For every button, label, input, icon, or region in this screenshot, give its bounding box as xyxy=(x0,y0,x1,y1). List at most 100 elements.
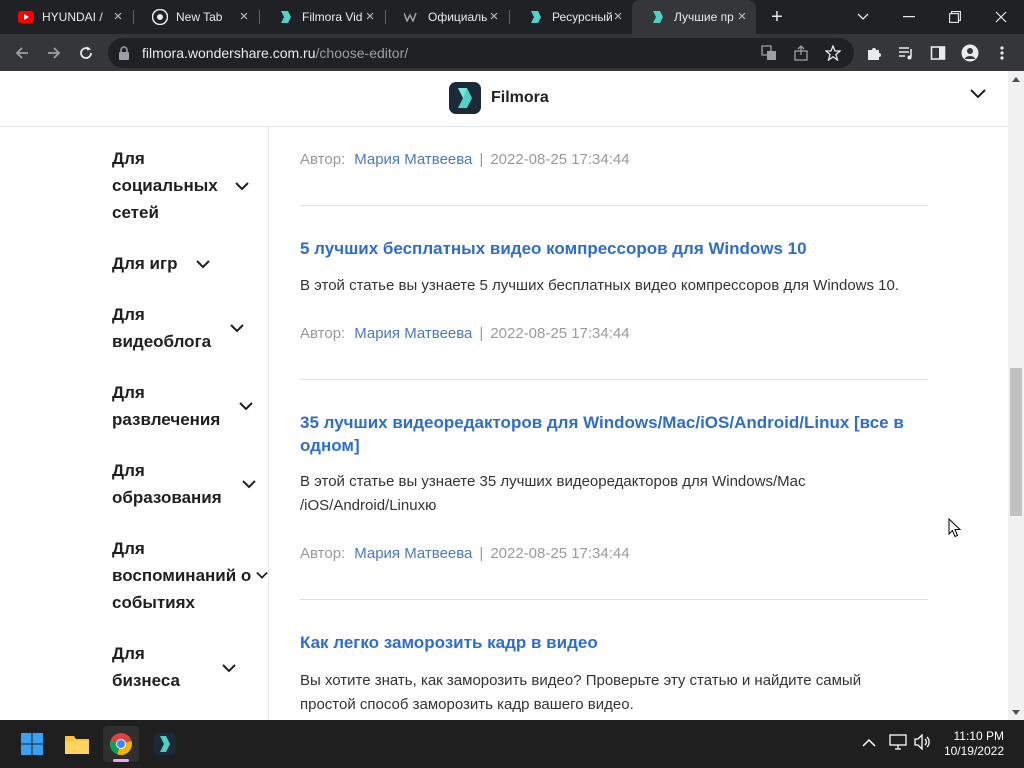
close-icon[interactable]: × xyxy=(486,9,502,25)
chevron-down-icon[interactable] xyxy=(256,571,268,580)
tab-official[interactable]: Официаль × xyxy=(386,0,508,34)
close-icon[interactable]: × xyxy=(362,9,378,25)
volume-button[interactable] xyxy=(914,733,932,753)
chrome-icon xyxy=(152,9,168,25)
active-indicator xyxy=(113,759,129,762)
chevron-down-icon[interactable] xyxy=(239,402,253,411)
divider xyxy=(300,599,928,600)
clock-time: 11:10 PM xyxy=(953,729,1004,743)
system-clock[interactable]: 11:10 PM 10/19/2022 xyxy=(944,729,1004,759)
filmora-icon xyxy=(528,9,544,25)
divider xyxy=(300,205,928,206)
article-meta: Автор: Мария Матвеева | 2022-08-25 17:34:44 xyxy=(300,545,630,562)
filmora-logo[interactable] xyxy=(449,82,481,114)
sidebar-item-games[interactable]: Для игр xyxy=(112,250,202,277)
side-panel-button[interactable] xyxy=(924,39,952,67)
meta-separator: | xyxy=(479,151,484,168)
article-description: Вы хотите знать, как заморозить видео? П… xyxy=(300,672,862,713)
window-close-button[interactable] xyxy=(978,0,1024,34)
media-playlist-icon xyxy=(899,47,912,60)
lock-icon xyxy=(119,46,129,60)
menu-button[interactable] xyxy=(988,39,1016,67)
chevron-down-icon[interactable] xyxy=(970,89,986,99)
page-scrollbar[interactable] xyxy=(1008,71,1024,720)
network-button[interactable] xyxy=(889,734,907,753)
sidebar-item-social[interactable]: Для социальных сетей xyxy=(112,145,222,226)
new-tab-button[interactable]: + xyxy=(766,6,788,28)
close-icon[interactable]: × xyxy=(734,9,750,25)
article-title-link[interactable]: Как легко заморозить кадр в видео xyxy=(300,631,930,654)
filmora-taskbar-button[interactable] xyxy=(147,726,183,762)
close-icon xyxy=(995,11,1007,23)
article-meta: Автор: Мария Матвеева | 2022-08-25 17:34:44 xyxy=(300,325,630,342)
profile-button[interactable] xyxy=(956,39,984,67)
url-path: /choose-editor/ xyxy=(315,45,409,61)
arrow-right-icon xyxy=(48,47,61,59)
article-title-link[interactable]: 35 лучших видеоредакторов для Windows/Ma… xyxy=(300,411,930,457)
translate-icon[interactable] xyxy=(760,44,778,62)
tab-new-tab[interactable]: New Tab × xyxy=(134,0,258,34)
reading-list-button[interactable] xyxy=(892,39,920,67)
minimize-button[interactable] xyxy=(886,0,932,34)
chevron-down-icon[interactable] xyxy=(196,260,210,269)
taskbar: 11:10 PM 10/19/2022 xyxy=(0,720,1024,768)
chevron-down-icon[interactable] xyxy=(230,324,244,333)
tab-youtube[interactable]: HYUNDAI / × xyxy=(0,0,132,34)
bookmark-star-icon[interactable] xyxy=(824,44,842,62)
kebab-menu-icon xyxy=(1000,46,1004,60)
author-link[interactable]: Мария Матвеева xyxy=(354,151,472,168)
scroll-down-button[interactable] xyxy=(1008,704,1024,720)
extensions-button[interactable] xyxy=(860,39,888,67)
divider xyxy=(300,379,928,380)
tab-best-active[interactable]: Лучшие пр × xyxy=(632,0,756,34)
network-icon xyxy=(889,734,907,750)
url-text: filmora.wondershare.com.ru/choose-editor… xyxy=(142,45,408,61)
restore-button[interactable] xyxy=(932,0,978,34)
sidebar-item-education[interactable]: Для образования xyxy=(112,457,232,511)
scroll-thumb[interactable] xyxy=(1010,368,1022,516)
wondershare-icon xyxy=(404,9,420,25)
filmora-logo-icon xyxy=(458,88,472,108)
filmora-icon xyxy=(278,9,294,25)
tab-strip: HYUNDAI / × New Tab × Filmora Vid × Офиц… xyxy=(0,0,1024,34)
clock-date: 10/19/2022 xyxy=(943,744,1004,758)
author-link[interactable]: Мария Матвеева xyxy=(354,325,472,342)
start-button[interactable] xyxy=(14,726,50,762)
chevron-down-icon[interactable] xyxy=(222,664,236,673)
close-icon[interactable]: × xyxy=(236,9,252,25)
back-button[interactable] xyxy=(8,39,36,67)
chevron-down-icon[interactable] xyxy=(242,480,256,489)
tab-filmora-video[interactable]: Filmora Vid × xyxy=(260,0,384,34)
share-icon[interactable] xyxy=(792,44,810,62)
url-host: filmora.wondershare.com.ru xyxy=(142,45,316,61)
site-logo-text[interactable]: Filmora xyxy=(491,89,549,107)
article-list: Автор: Мария Матвеева | 2022-08-25 17:34:44… xyxy=(269,127,1008,720)
tab-resource[interactable]: Ресурсный × xyxy=(510,0,632,34)
minimize-icon xyxy=(903,16,915,18)
reload-button[interactable] xyxy=(72,39,100,67)
filmora-icon xyxy=(650,9,666,25)
file-explorer-button[interactable] xyxy=(59,726,95,762)
sidebar-item-entertainment[interactable]: Для развлечения xyxy=(112,379,232,433)
close-icon[interactable]: × xyxy=(110,9,126,25)
article-title-link[interactable]: 5 лучших бесплатных видео компрессоров д… xyxy=(300,237,930,260)
chrome-taskbar-button[interactable] xyxy=(103,726,139,762)
scroll-up-button[interactable] xyxy=(1008,71,1024,87)
sidebar-item-business[interactable]: Для бизнеса xyxy=(112,640,202,694)
triangle-down-icon xyxy=(1012,709,1020,715)
article-description: В этой статье вы узнаете 5 лучших беспла… xyxy=(300,277,900,294)
reload-icon xyxy=(80,46,92,59)
sidebar-item-events[interactable]: Для воспоминаний о событиях xyxy=(112,535,252,616)
tab-search-button[interactable] xyxy=(840,0,886,34)
author-label: Автор: xyxy=(300,545,346,562)
speaker-icon xyxy=(914,733,930,751)
author-link[interactable]: Мария Матвеева xyxy=(354,545,472,562)
avatar-icon xyxy=(961,44,979,62)
forward-button[interactable] xyxy=(40,39,68,67)
article-date: 2022-08-25 17:34:44 xyxy=(490,325,630,342)
tray-overflow-button[interactable] xyxy=(862,734,876,750)
address-bar[interactable]: filmora.wondershare.com.ru/choose-editor… xyxy=(108,38,854,68)
close-icon[interactable]: × xyxy=(610,9,626,25)
chevron-down-icon[interactable] xyxy=(235,182,249,191)
sidebar-item-vlog[interactable]: Для видеоблога xyxy=(112,301,222,355)
